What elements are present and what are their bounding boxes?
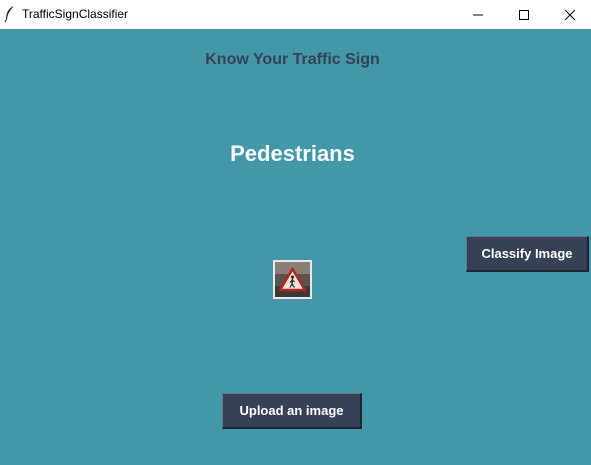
maximize-button[interactable]	[501, 0, 547, 29]
app-heading: Know Your Traffic Sign	[205, 51, 380, 68]
app-window: TrafficSignClassifier Know Your Traffic …	[0, 0, 591, 465]
window-title: TrafficSignClassifier	[22, 7, 129, 21]
uploaded-image-preview	[273, 260, 312, 299]
pedestrian-sign-image-icon	[275, 262, 310, 297]
close-icon	[564, 9, 576, 20]
title-bar: TrafficSignClassifier	[0, 0, 591, 29]
feather-icon	[4, 5, 15, 23]
close-button[interactable]	[547, 0, 591, 29]
upload-image-button[interactable]: Upload an image	[222, 393, 362, 429]
minimize-icon	[473, 14, 483, 15]
minimize-button[interactable]	[455, 0, 501, 29]
prediction-label: Pedestrians	[230, 141, 355, 166]
maximize-icon	[519, 9, 529, 20]
classify-image-button[interactable]: Classify Image	[466, 236, 589, 272]
